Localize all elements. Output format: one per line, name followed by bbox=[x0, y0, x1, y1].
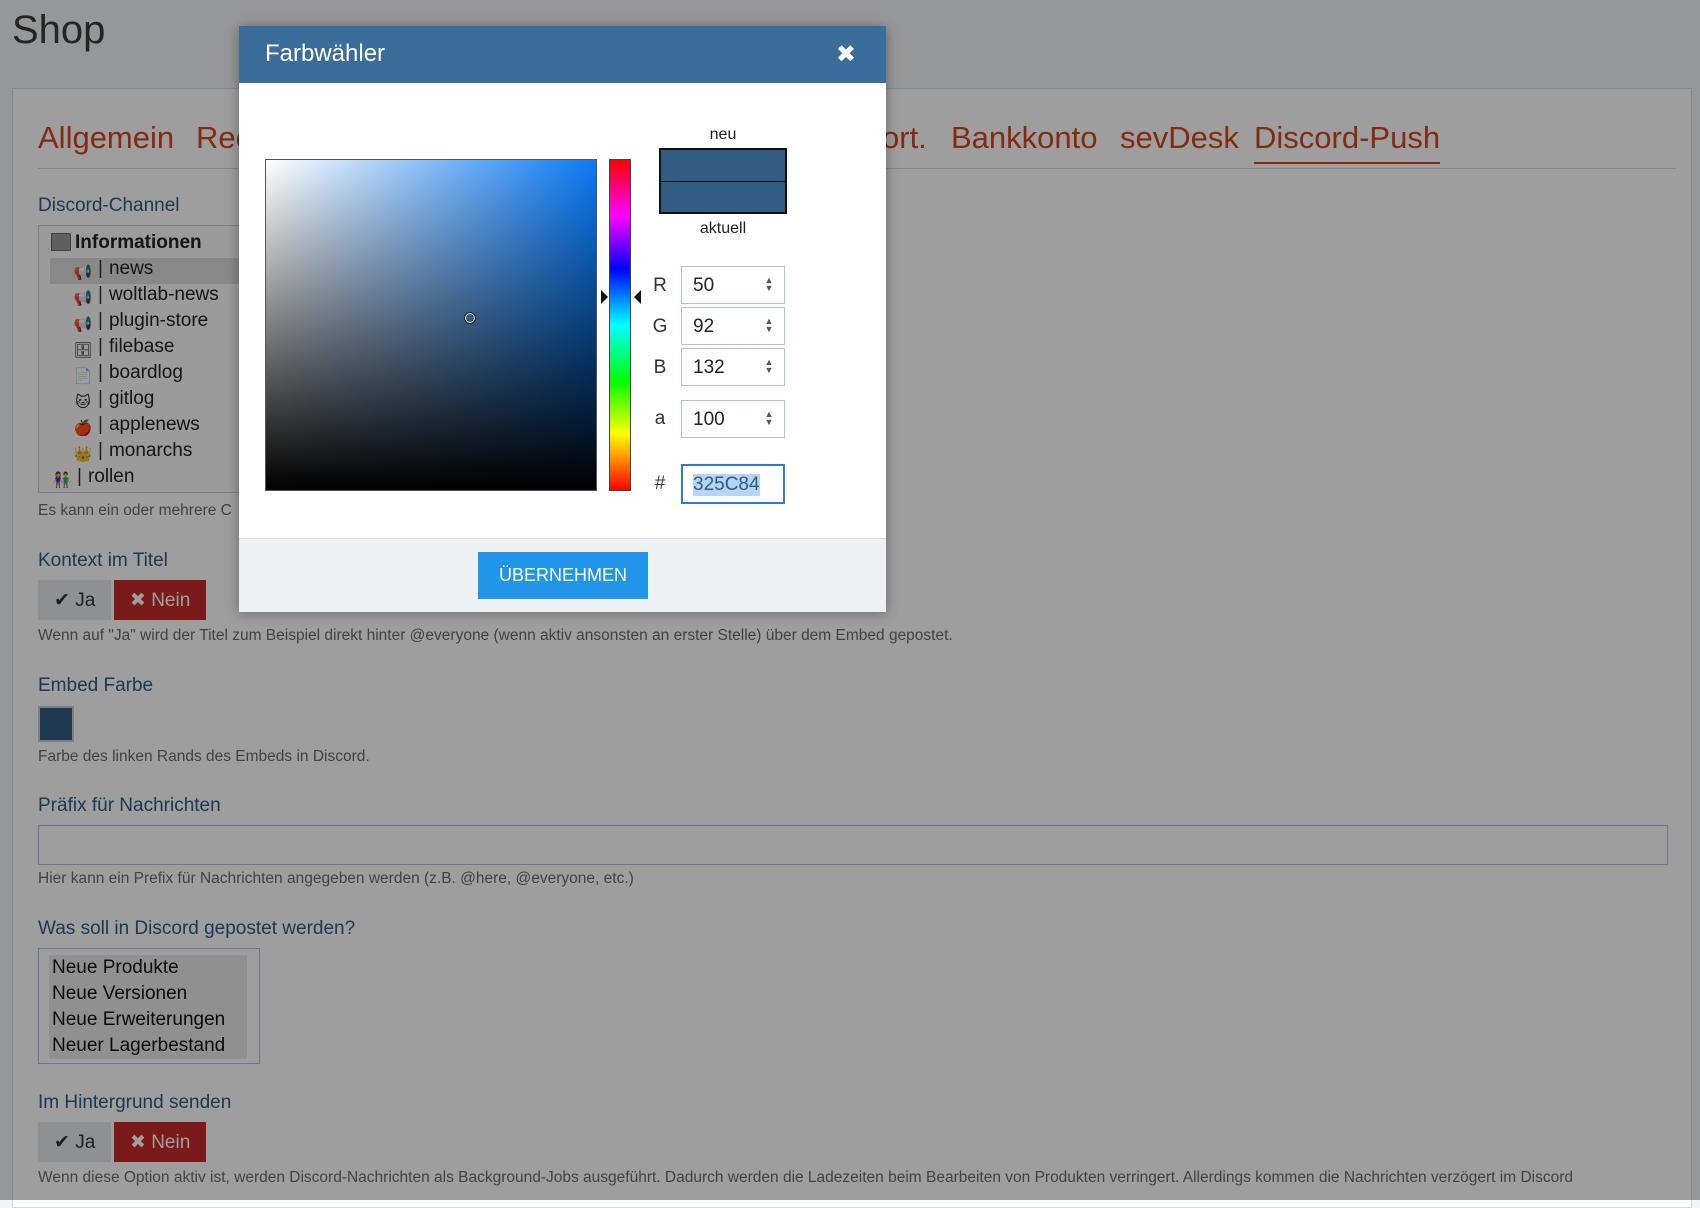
hex-input[interactable]: 325C84 bbox=[681, 464, 785, 504]
b-label: B bbox=[653, 357, 667, 378]
new-color-label: neu bbox=[709, 126, 737, 143]
hue-slider[interactable] bbox=[609, 159, 631, 491]
g-label: G bbox=[652, 316, 668, 337]
dialog-footer: ÜBERNEHMEN bbox=[239, 538, 886, 612]
a-label: a bbox=[654, 408, 666, 429]
alpha-input[interactable]: 100 ▲ ▼ bbox=[681, 400, 785, 438]
color-preview bbox=[659, 148, 787, 214]
b-input[interactable]: 132 ▲ ▼ bbox=[681, 348, 785, 386]
new-color-swatch bbox=[661, 150, 785, 182]
dialog-title: Farbwähler bbox=[265, 40, 386, 67]
spinner-icon[interactable]: ▲ ▼ bbox=[764, 410, 774, 428]
r-input[interactable]: 50 ▲ ▼ bbox=[681, 266, 785, 304]
hex-label: # bbox=[654, 473, 666, 494]
color-picker-dialog: Farbwähler ✖ neu aktuell R 50 ▲ ▼ G 92 ▲ ▼… bbox=[239, 26, 886, 612]
current-color-swatch[interactable] bbox=[661, 182, 785, 212]
value-gradient bbox=[266, 160, 596, 490]
color-cursor[interactable] bbox=[464, 312, 476, 324]
hue-marker-right-icon[interactable] bbox=[634, 290, 641, 304]
close-icon[interactable]: ✖ bbox=[836, 40, 856, 69]
apply-button[interactable]: ÜBERNEHMEN bbox=[478, 552, 648, 599]
dialog-header: Farbwähler ✖ bbox=[239, 26, 886, 83]
hue-marker-left-icon[interactable] bbox=[601, 290, 608, 304]
current-color-label: aktuell bbox=[699, 220, 747, 237]
r-label: R bbox=[653, 275, 667, 296]
spinner-icon[interactable]: ▲ ▼ bbox=[764, 358, 774, 376]
g-input[interactable]: 92 ▲ ▼ bbox=[681, 307, 785, 345]
spinner-icon[interactable]: ▲ ▼ bbox=[764, 317, 774, 335]
saturation-value-area[interactable] bbox=[265, 159, 597, 491]
spinner-icon[interactable]: ▲ ▼ bbox=[764, 276, 774, 294]
